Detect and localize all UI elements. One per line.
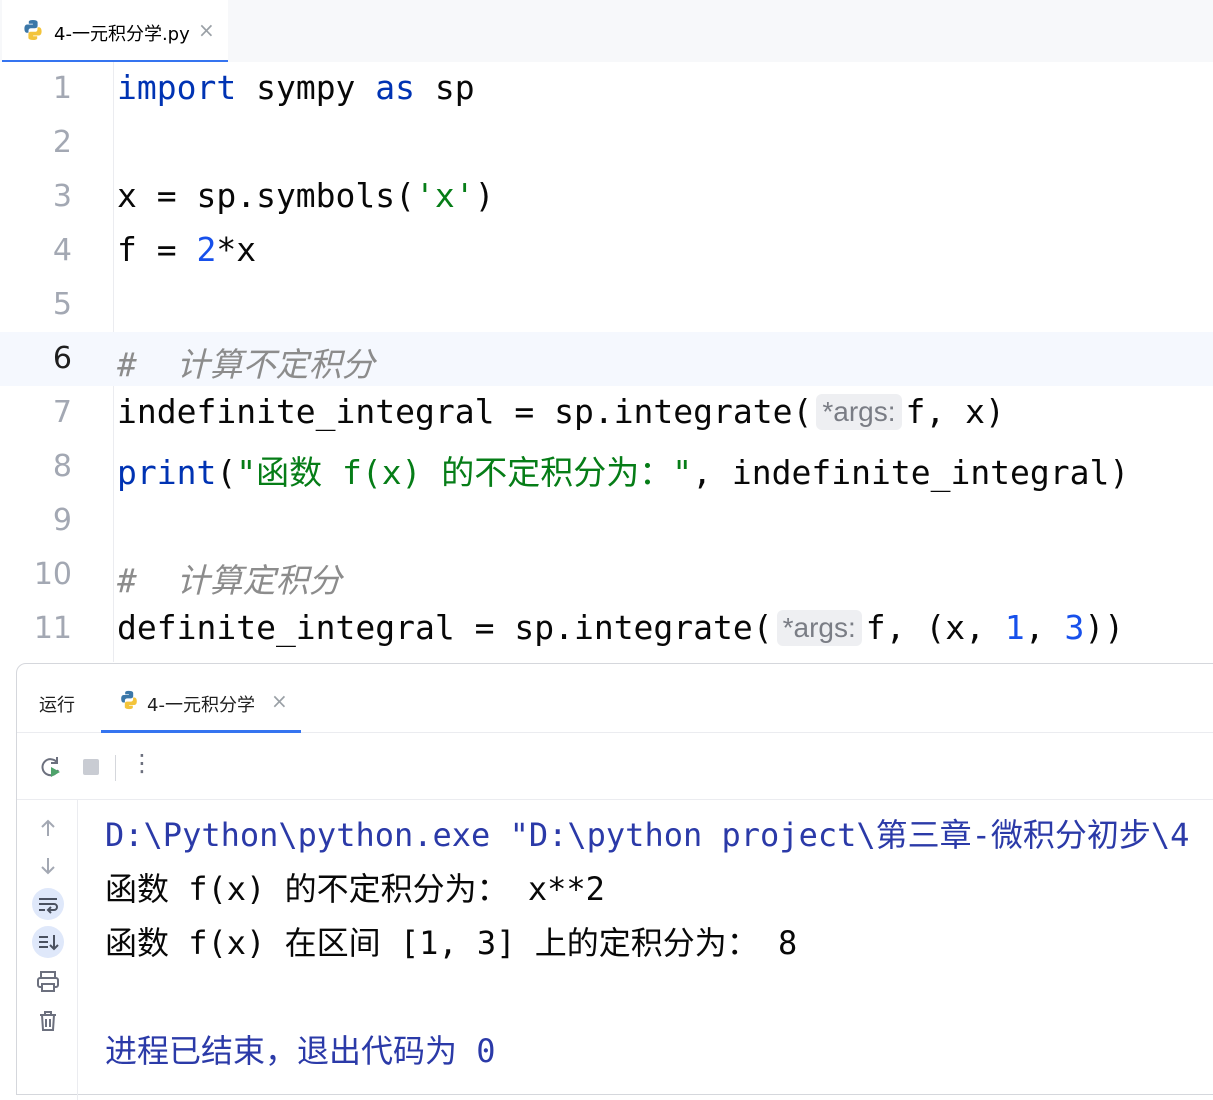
number-literal: 2 <box>196 230 217 269</box>
editor-tab-label: 4-一元积分学.py <box>54 24 190 45</box>
console-line-exit: 进程已结束，退出代码为 0 <box>105 1032 496 1070</box>
code-line-3[interactable]: 3 x = sp.symbols('x') <box>0 170 1213 224</box>
string-literal: "函数 f(x) 的不定积分为：" <box>236 453 693 492</box>
arrow-down-icon[interactable] <box>32 850 64 882</box>
code-text: indefinite_integral = sp.integrate( <box>117 392 813 431</box>
trash-icon[interactable] <box>32 1005 64 1037</box>
code-text: )) <box>1084 608 1125 647</box>
run-config-tab[interactable]: 4-一元积分学 × <box>101 664 301 733</box>
code-line-8[interactable]: 8 print("函数 f(x) 的不定积分为：", indefinite_in… <box>0 440 1213 494</box>
run-toolbar: ⋮ <box>17 733 1213 800</box>
console-line-output: 函数 f(x) 在区间 [1, 3] 上的定积分为： 8 <box>105 924 798 962</box>
line-number: 8 <box>52 449 72 484</box>
console-side-toolbar <box>17 800 78 1100</box>
code-text: ( <box>216 453 237 492</box>
more-options-icon[interactable]: ⋮ <box>130 749 154 777</box>
console-line-command: D:\Python\python.exe "D:\python project\… <box>105 816 1190 854</box>
code-line-6-current[interactable]: 6 # 计算不定积分 <box>0 332 1213 386</box>
code-text: f, (x, <box>865 608 1005 647</box>
number-literal: 3 <box>1064 608 1085 647</box>
toolbar-separator <box>115 755 116 781</box>
keyword: as <box>375 68 416 107</box>
editor-tab-bar: 4-一元积分学.py × <box>0 0 1213 63</box>
code-text: f, x) <box>905 392 1005 431</box>
run-tool-window: 运行 4-一元积分学 × ⋮ D:\Python\python.exe "D:\… <box>16 663 1213 1100</box>
number-literal: 1 <box>1004 608 1025 647</box>
line-number: 3 <box>52 179 72 214</box>
code-text: ) <box>474 176 495 215</box>
line-number: 9 <box>52 503 72 538</box>
line-number: 7 <box>52 395 72 430</box>
python-file-icon <box>121 690 137 710</box>
close-icon[interactable]: × <box>198 18 215 42</box>
code-line-10[interactable]: 10 # 计算定积分 <box>0 548 1213 602</box>
editor-tab[interactable]: 4-一元积分学.py × <box>2 0 228 63</box>
code-line-11[interactable]: 11 definite_integral = sp.integrate(*arg… <box>0 602 1213 656</box>
soft-wrap-icon[interactable] <box>32 888 64 920</box>
line-number: 5 <box>52 287 72 322</box>
code-text: *x <box>216 230 257 269</box>
line-number: 6 <box>52 341 72 376</box>
arrow-up-icon[interactable] <box>32 812 64 844</box>
string-literal: 'x' <box>415 176 475 215</box>
code-line-4[interactable]: 4 f = 2*x <box>0 224 1213 278</box>
close-icon[interactable]: × <box>271 689 288 713</box>
line-number: 10 <box>33 557 72 592</box>
run-header: 运行 4-一元积分学 × <box>17 664 1213 733</box>
rerun-icon[interactable] <box>37 753 65 781</box>
code-text: f = <box>117 230 197 269</box>
code-text: x = sp.symbols( <box>117 176 416 215</box>
parameter-hint: *args: <box>816 394 902 430</box>
code-text: sp <box>415 68 475 107</box>
run-window-title[interactable]: 运行 <box>39 691 75 717</box>
code-line-7[interactable]: 7 indefinite_integral = sp.integrate(*ar… <box>0 386 1213 440</box>
parameter-hint: *args: <box>776 610 862 646</box>
line-number: 1 <box>52 71 72 106</box>
code-editor[interactable]: 1 import sympy as sp 2 3 x = sp.symbols(… <box>0 62 1213 662</box>
console-line-output: 函数 f(x) 的不定积分为： x**2 <box>105 870 605 908</box>
code-text: definite_integral = sp.integrate( <box>117 608 773 647</box>
line-number: 4 <box>52 233 72 268</box>
code-line-5[interactable]: 5 <box>0 278 1213 332</box>
line-number: 11 <box>33 611 72 646</box>
code-line-1[interactable]: 1 import sympy as sp <box>0 62 1213 116</box>
code-line-9[interactable]: 9 <box>0 494 1213 548</box>
line-number: 2 <box>52 125 72 160</box>
builtin-function: print <box>117 453 217 492</box>
code-text: , indefinite_integral) <box>692 453 1130 492</box>
stop-icon[interactable] <box>77 753 105 781</box>
comment: # 计算定积分 <box>117 561 342 600</box>
python-file-icon <box>24 20 42 40</box>
console-output[interactable]: D:\Python\python.exe "D:\python project\… <box>105 800 1213 1100</box>
code-text: , <box>1024 608 1065 647</box>
comment: # 计算不定积分 <box>117 345 375 384</box>
run-tab-label: 4-一元积分学 <box>147 695 255 716</box>
code-line-2[interactable]: 2 <box>0 116 1213 170</box>
code-text: sympy <box>236 68 376 107</box>
keyword: import <box>117 68 237 107</box>
scroll-to-end-icon[interactable] <box>32 926 64 958</box>
print-icon[interactable] <box>32 966 64 998</box>
